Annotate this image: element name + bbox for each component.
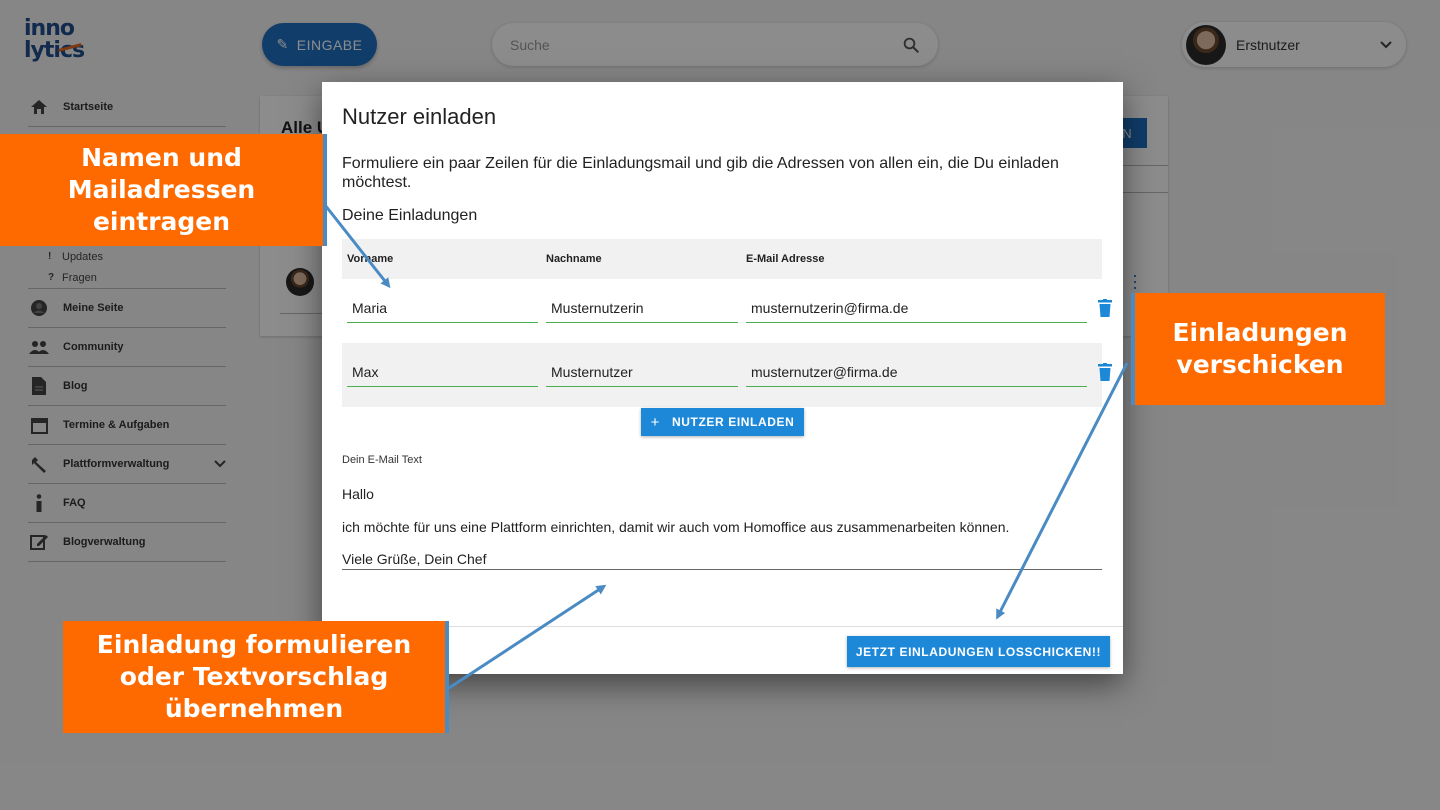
- arrow-to-mail-text: [448, 584, 607, 690]
- arrow-to-name-fields: [323, 204, 391, 289]
- annotation-arrows: [323, 204, 1129, 690]
- arrow-to-send-button: [996, 362, 1129, 620]
